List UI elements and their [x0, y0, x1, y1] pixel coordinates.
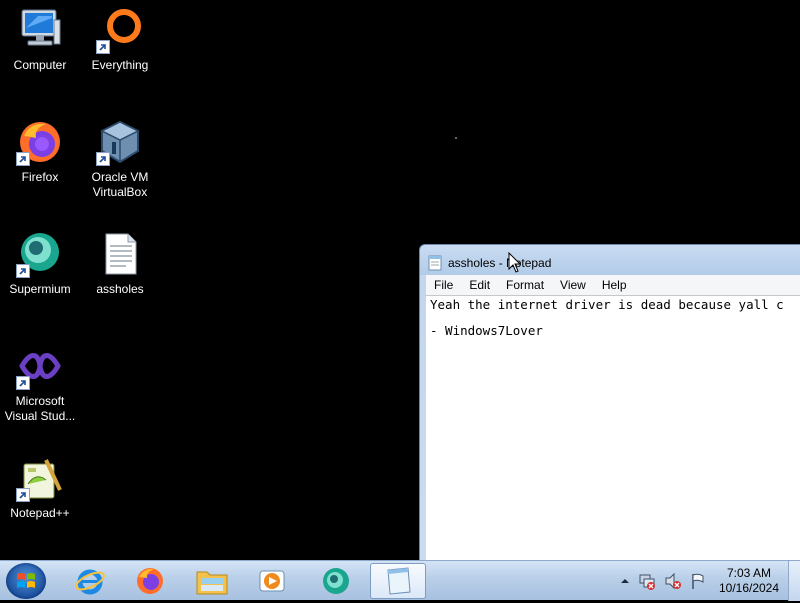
menu-format[interactable]: Format: [498, 278, 552, 292]
taskbar-file-explorer[interactable]: [184, 563, 240, 599]
computer-icon: [16, 6, 64, 54]
firefox-icon: [16, 118, 64, 166]
shortcut-arrow-icon: [96, 40, 110, 54]
desktop-icon-label: Computer: [13, 58, 67, 72]
notepad-menubar: File Edit Format View Help: [426, 275, 800, 296]
desktop-icon-label: Everything: [91, 58, 149, 72]
text-file-icon: [96, 230, 144, 278]
taskbar-notepad-active[interactable]: [370, 563, 426, 599]
taskbar-internet-explorer[interactable]: [62, 563, 118, 599]
start-button[interactable]: [6, 563, 46, 599]
text-line: Yeah the internet driver is dead because…: [430, 297, 784, 312]
desktop: Computer Everything Firefox Oracle VM Vi…: [0, 0, 800, 564]
clock-time: 7:03 AM: [726, 566, 772, 580]
desktop-icon-supermium[interactable]: Supermium: [0, 230, 80, 297]
text-line: - Windows7Lover: [430, 323, 543, 338]
menu-edit[interactable]: Edit: [461, 278, 498, 292]
everything-icon: [96, 6, 144, 54]
desktop-icon-label: assholes: [96, 282, 144, 296]
shortcut-arrow-icon: [16, 264, 30, 278]
menu-view[interactable]: View: [552, 278, 594, 292]
virtualbox-icon: [96, 118, 144, 166]
notepad-icon: [387, 567, 411, 595]
text-line: [430, 313, 800, 323]
desktop-icon-everything[interactable]: Everything: [80, 6, 160, 73]
desktop-icon-label: Supermium: [9, 282, 71, 296]
shortcut-arrow-icon: [16, 152, 30, 166]
desktop-icon-virtualbox[interactable]: Oracle VM VirtualBox: [80, 118, 160, 200]
desktop-icon-notepadpp[interactable]: Notepad++: [0, 454, 80, 521]
notepad-title: assholes - Notepad: [448, 256, 552, 270]
desktop-icon-visual-studio[interactable]: Microsoft Visual Stud...: [0, 342, 80, 424]
notepad-window[interactable]: assholes - Notepad File Edit Format View…: [419, 244, 800, 564]
shortcut-arrow-icon: [16, 376, 30, 390]
desktop-icon-label: Notepad++: [10, 506, 70, 520]
notepadpp-icon: [16, 454, 64, 502]
menu-help[interactable]: Help: [594, 278, 635, 292]
taskbar-media-player[interactable]: [244, 563, 300, 599]
clock[interactable]: 7:03 AM 10/16/2024: [710, 566, 788, 596]
taskbar-supermium[interactable]: [308, 563, 364, 599]
network-icon[interactable]: [638, 572, 656, 590]
supermium-icon: [323, 568, 349, 594]
desktop-icon-text-file[interactable]: assholes: [80, 230, 160, 297]
firefox-icon: [137, 568, 163, 594]
notepad-icon: [428, 255, 442, 271]
windows-logo-icon: [17, 573, 35, 588]
taskbar-firefox[interactable]: [122, 563, 178, 599]
clock-date: 10/16/2024: [718, 581, 780, 595]
notepad-text-area[interactable]: Yeah the internet driver is dead because…: [426, 295, 800, 563]
stray-pixel: [455, 137, 457, 139]
show-desktop-button[interactable]: [788, 561, 800, 601]
file-explorer-icon: [196, 571, 228, 595]
system-tray: 7:03 AM 10/16/2024: [616, 561, 800, 601]
menu-file[interactable]: File: [426, 278, 461, 292]
shortcut-arrow-icon: [96, 152, 110, 166]
show-hidden-icons-arrow-icon[interactable]: [620, 576, 630, 586]
desktop-icon-label: Firefox: [21, 170, 59, 184]
supermium-icon: [16, 230, 64, 278]
visual-studio-icon: [16, 342, 64, 390]
taskbar: 7:03 AM 10/16/2024: [0, 560, 800, 601]
desktop-icon-label: Microsoft Visual Stud...: [4, 394, 76, 423]
shortcut-arrow-icon: [16, 488, 30, 502]
volume-muted-icon[interactable]: [664, 572, 682, 590]
media-player-icon: [259, 570, 285, 592]
notepad-titlebar[interactable]: assholes - Notepad: [428, 253, 551, 273]
desktop-icon-label: Oracle VM VirtualBox: [91, 170, 149, 199]
desktop-icon-firefox[interactable]: Firefox: [0, 118, 80, 185]
mouse-cursor-icon: [508, 252, 522, 273]
internet-explorer-icon: [75, 569, 105, 595]
action-center-flag-icon[interactable]: [690, 572, 706, 590]
desktop-icon-computer[interactable]: Computer: [0, 6, 80, 73]
